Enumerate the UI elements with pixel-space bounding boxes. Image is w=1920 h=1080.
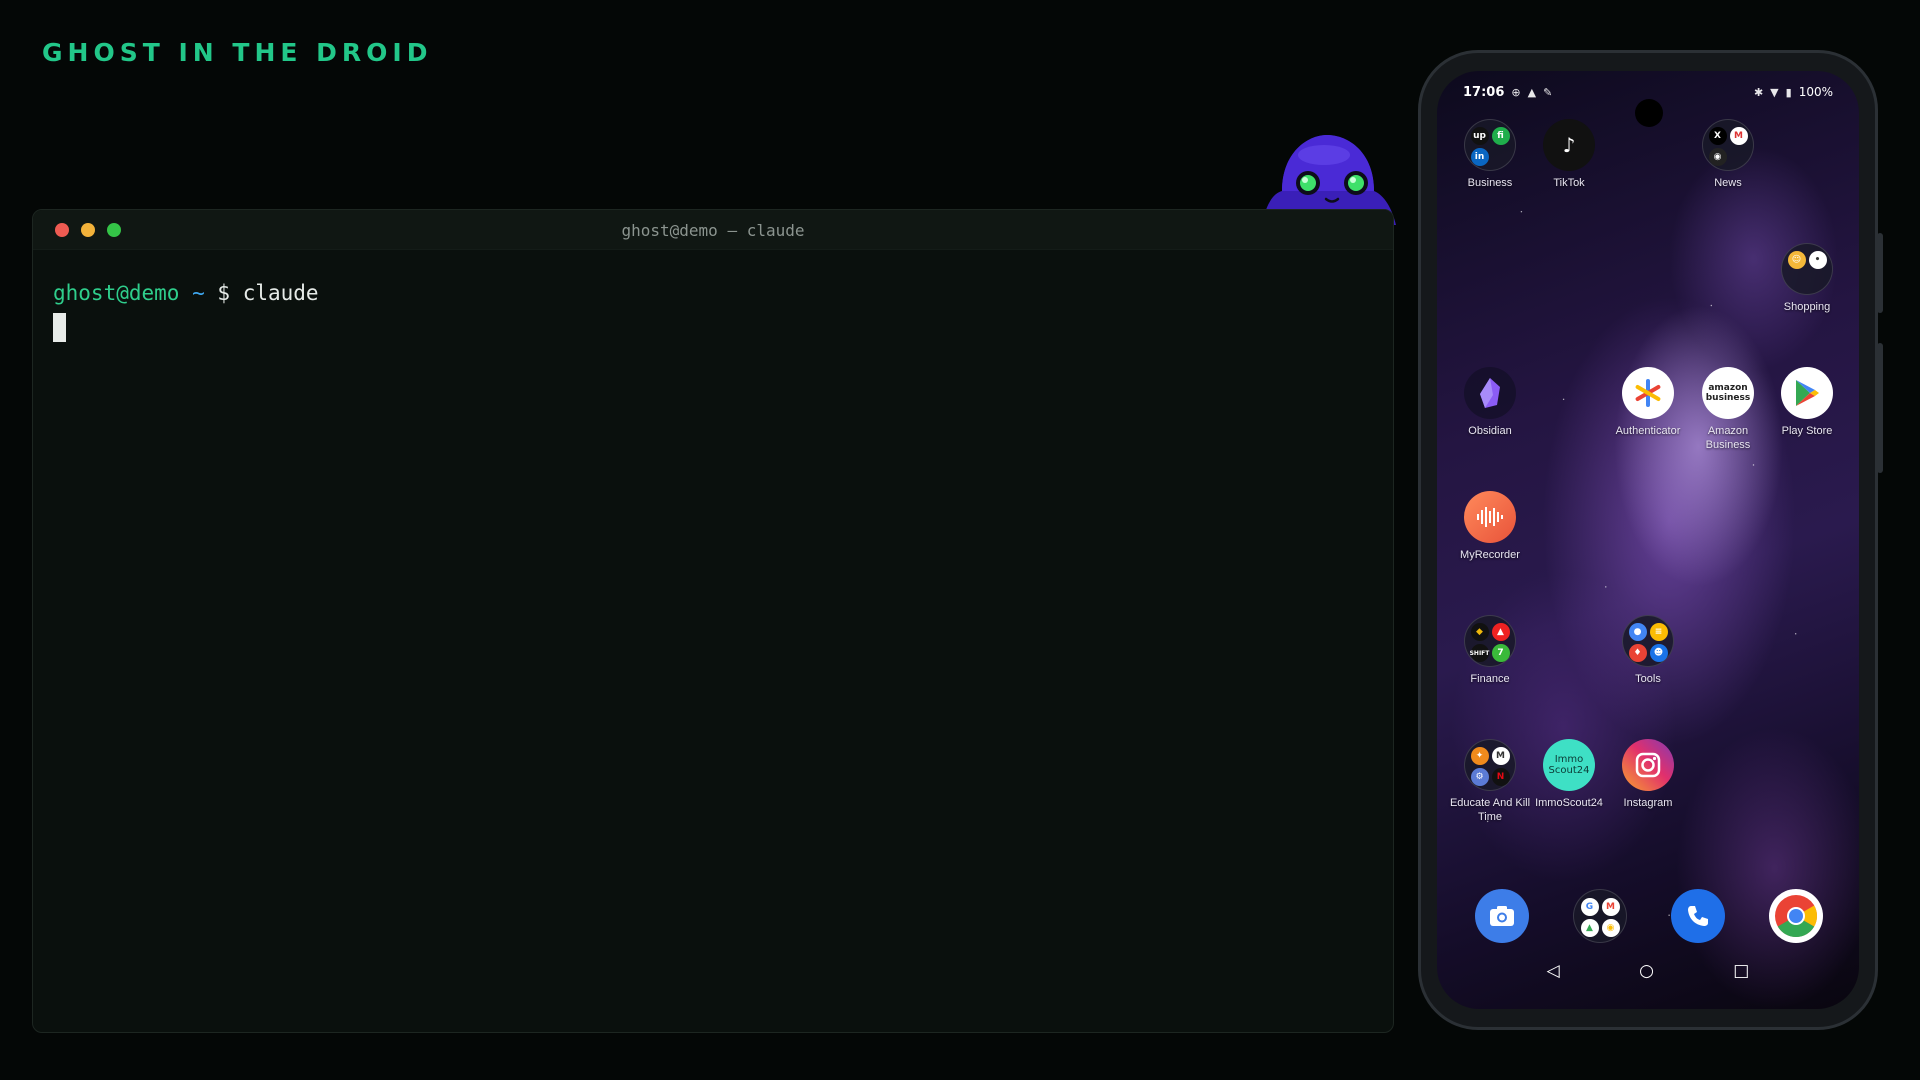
tiktok-icon: ♪ (1543, 119, 1595, 171)
app-immoscout24[interactable]: Immo Scout24 ImmoScout24 (1526, 739, 1612, 810)
app-tiktok[interactable]: ♪ TikTok (1526, 119, 1612, 190)
app-business[interactable]: up fi in Business (1447, 119, 1533, 190)
chrome-icon[interactable] (1769, 889, 1823, 943)
terminal-command: claude (242, 281, 319, 305)
amazon-icon: amazon business (1702, 367, 1754, 419)
instagram-icon (1622, 739, 1674, 791)
folder-icon: up fi in (1464, 119, 1516, 171)
back-button[interactable]: ◁ (1547, 961, 1560, 981)
app-play-store[interactable]: Play Store (1764, 367, 1850, 438)
authenticator-icon (1622, 367, 1674, 419)
terminal-cursor (53, 313, 66, 342)
front-camera (1635, 99, 1663, 127)
warning-icon: ▲ (1527, 85, 1537, 99)
recorder-icon (1464, 491, 1516, 543)
app-tools[interactable]: ● ≡ ♦ ☻ Tools (1605, 615, 1691, 686)
app-shopping[interactable]: ☺ • Shopping (1764, 243, 1850, 314)
app-myrecorder[interactable]: MyRecorder (1447, 491, 1533, 562)
wifi-icon: ▼ (1770, 85, 1779, 99)
prompt-symbol: $ (217, 281, 231, 305)
pen-icon: ✎ (1543, 85, 1553, 99)
app-news[interactable]: X M ◉ News (1685, 119, 1771, 190)
play-store-icon (1781, 367, 1833, 419)
folder-icon: X M ◉ (1702, 119, 1754, 171)
folder-icon: ● ≡ ♦ ☻ (1622, 615, 1674, 667)
obsidian-icon (1464, 367, 1516, 419)
recents-button[interactable]: □ (1733, 961, 1749, 981)
app-amazon-business[interactable]: amazon business Amazon Business (1685, 367, 1771, 452)
terminal-window[interactable]: ghost@demo — claude ghost@demo ~ $ claud… (32, 209, 1394, 1033)
folder-icon: ◆ ▲ SHIFT 7 (1464, 615, 1516, 667)
camera-icon[interactable] (1475, 889, 1529, 943)
phone-device: 17:06 ⊕ ▲ ✎ ✱ ▼ ▮ 100% up fi in Business (1418, 50, 1883, 1030)
immoscout-icon: Immo Scout24 (1543, 739, 1595, 791)
app-finance[interactable]: ◆ ▲ SHIFT 7 Finance (1447, 615, 1533, 686)
terminal-output[interactable]: ghost@demo ~ $ claude (33, 250, 1393, 370)
prompt-user: ghost@demo (53, 281, 180, 305)
brand-title: GHOST IN THE DROID (42, 38, 433, 67)
folder-icon: ☺ • (1781, 243, 1833, 295)
terminal-titlebar[interactable]: ghost@demo — claude (33, 210, 1393, 250)
notification-icon: ⊕ (1511, 85, 1521, 99)
phone-screen[interactable]: 17:06 ⊕ ▲ ✎ ✱ ▼ ▮ 100% up fi in Business (1437, 71, 1859, 1009)
phone-icon[interactable] (1671, 889, 1725, 943)
folder-icon: ✦ M ⚙ N (1464, 739, 1516, 791)
app-obsidian[interactable]: Obsidian (1447, 367, 1533, 438)
bluetooth-icon: ✱ (1753, 85, 1764, 99)
terminal-title: ghost@demo — claude (621, 221, 805, 240)
battery-icon: ▮ (1785, 85, 1792, 99)
navigation-bar: ◁ ○ □ (1437, 951, 1859, 991)
google-folder-icon[interactable]: G M ▲ ◉ (1573, 889, 1627, 943)
battery-percent: 100% (1798, 85, 1833, 99)
app-authenticator[interactable]: Authenticator (1605, 367, 1691, 438)
prompt-line: ghost@demo ~ $ claude (53, 278, 1373, 309)
power-button (1877, 343, 1883, 473)
status-time: 17:06 (1463, 84, 1505, 100)
volume-button (1877, 233, 1883, 313)
prompt-path: ~ (192, 281, 205, 305)
home-button[interactable]: ○ (1639, 961, 1654, 981)
app-educate-and-kill-time[interactable]: ✦ M ⚙ N Educate And Kill Time (1447, 739, 1533, 824)
app-instagram[interactable]: Instagram (1605, 739, 1691, 810)
